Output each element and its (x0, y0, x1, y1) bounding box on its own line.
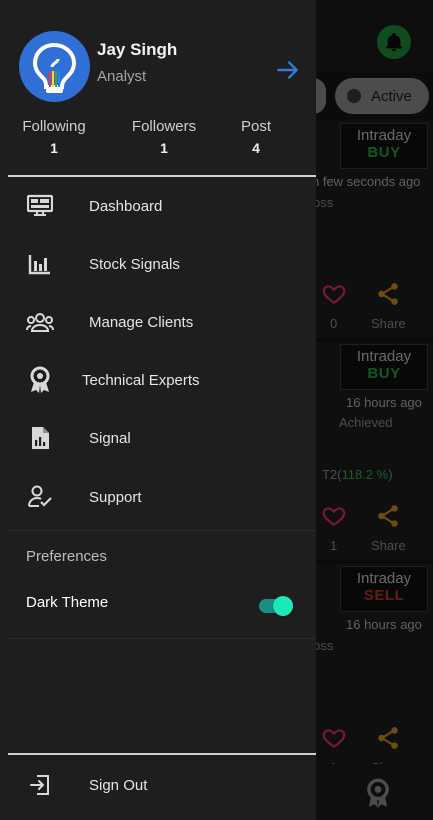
dashboard-icon (26, 192, 54, 220)
menu-label: Signal (89, 429, 131, 447)
profile-role: Analyst (97, 68, 147, 85)
menu-label: Stock Signals (89, 255, 180, 273)
divider (8, 753, 316, 755)
lightbulb-icon (32, 42, 77, 93)
menu-item-stock-signals[interactable]: Stock Signals (8, 242, 316, 286)
dark-theme-label: Dark Theme (26, 594, 109, 611)
sign-out-label: Sign Out (89, 776, 148, 794)
divider (8, 638, 316, 639)
sign-out-button[interactable]: Sign Out (8, 763, 316, 807)
signal-report-icon (26, 424, 54, 452)
stat-following[interactable]: Following 1 (19, 118, 89, 156)
stat-post[interactable]: Post 4 (236, 118, 276, 156)
bar-chart-icon (26, 250, 54, 278)
toggle-knob (273, 596, 293, 616)
preferences-heading: Preferences (26, 548, 107, 565)
menu-label: Technical Experts (82, 371, 200, 389)
navigation-drawer: Jay Singh Analyst Following 1 Followers … (0, 0, 316, 820)
menu-item-dashboard[interactable]: Dashboard (8, 184, 316, 228)
menu-label: Dashboard (89, 197, 163, 215)
clients-icon (26, 308, 54, 336)
stat-followers[interactable]: Followers 1 (128, 118, 200, 156)
menu-item-technical-experts[interactable]: Technical Experts (8, 358, 316, 402)
profile-name: Jay Singh (97, 40, 178, 59)
menu-label: Manage Clients (89, 313, 194, 331)
menu-item-manage-clients[interactable]: Manage Clients (8, 300, 316, 344)
avatar[interactable] (19, 31, 90, 102)
divider (8, 175, 316, 177)
sign-out-icon (26, 771, 54, 799)
award-icon (26, 366, 54, 394)
divider (8, 530, 316, 531)
dark-theme-toggle[interactable] (259, 596, 295, 616)
arrow-right-icon[interactable] (275, 57, 301, 83)
support-icon (26, 483, 54, 511)
menu-label: Support (89, 488, 142, 506)
menu-item-signal[interactable]: Signal (8, 416, 316, 460)
menu-item-support[interactable]: Support (8, 475, 316, 519)
